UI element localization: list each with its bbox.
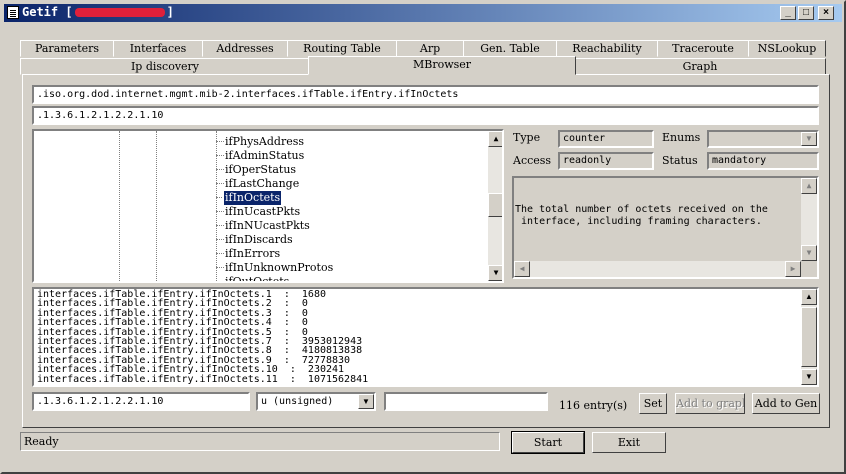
tab-ip-discovery[interactable]: Ip discovery [20,58,310,75]
tree-node[interactable]: ifAdminStatus [224,149,305,163]
result-row[interactable]: interfaces.ifTable.ifEntry.ifInOctets.11… [37,374,368,385]
tree-node[interactable]: ifOperStatus [224,163,297,177]
tab-parameters[interactable]: Parameters [20,40,114,57]
desc-vscrollbar[interactable]: ▲ ▼ [801,178,817,261]
tree-guide [216,131,217,281]
type-field: counter [558,130,654,148]
desc-hscrollbar[interactable]: ◀ ▶ [514,261,801,277]
scroll-up-icon[interactable]: ▲ [488,131,502,147]
status-field: mandatory [707,152,819,170]
tab-interfaces[interactable]: Interfaces [113,40,203,57]
tree-connector [216,155,224,156]
tree-connector [216,197,224,198]
redacted-host [74,8,165,17]
tree-node[interactable]: ifInOctets [222,190,283,206]
tree-connector [216,239,224,240]
tab-addresses[interactable]: Addresses [202,40,288,57]
set-value-input[interactable] [384,392,548,411]
tree-node[interactable]: ifInNUcastPkts [224,219,311,233]
enums-label: Enums [662,131,701,144]
oid-path-field[interactable]: .iso.org.dod.internet.mgmt.mib-2.interfa… [32,85,819,104]
tree-node[interactable]: ifInErrors [224,247,281,261]
minimize-icon[interactable]: _ [780,6,796,20]
close-icon[interactable]: × [818,6,834,20]
tree-node[interactable]: ifInUnknownProtos [224,261,334,275]
description-box: The total number of octets received on t… [512,176,819,279]
tab-reachability[interactable]: Reachability [556,40,658,57]
scroll-up-icon[interactable]: ▲ [801,289,817,305]
tree-node[interactable]: ifLastChange [224,177,300,191]
tree-scrollbar[interactable]: ▲ ▼ [488,131,502,281]
oid-numeric-field[interactable]: .1.3.6.1.2.1.2.2.1.10 [32,106,819,125]
scroll-down-icon[interactable]: ▼ [801,369,817,385]
maximize-icon[interactable]: □ [798,6,814,20]
tab-routing-table[interactable]: Routing Table [287,40,397,57]
add-to-gen-button[interactable]: Add to Gen [752,393,820,414]
results-scrollbar[interactable]: ▲ ▼ [801,289,817,385]
type-label: Type [513,131,541,144]
tab-nslookup[interactable]: NSLookup [748,40,826,57]
tree-connector [216,225,224,226]
status-bar: Ready [20,432,500,451]
tree-guide [119,131,120,281]
value-type-text: u (unsigned) [261,396,334,407]
tree-connector [216,183,224,184]
start-button[interactable]: Start [511,431,585,454]
tab-mbrowser[interactable]: MBrowser [308,56,576,75]
app-icon[interactable] [7,6,19,19]
tree-node[interactable]: ifOutOctets [224,275,290,281]
scroll-right-icon[interactable]: ▶ [785,261,801,277]
chevron-down-icon[interactable]: ▼ [358,394,374,409]
tree-node[interactable]: ifInDiscards [224,233,294,247]
scroll-down-icon[interactable]: ▼ [801,245,817,261]
exit-button[interactable]: Exit [592,432,666,453]
getif-window: Getif [] _ □ × Parameters Interfaces Add… [0,0,846,474]
tree-node[interactable]: ifPhysAddress [224,135,305,149]
window-title: Getif [] [22,5,174,19]
scroll-left-icon[interactable]: ◀ [514,261,530,277]
chevron-down-icon[interactable]: ▼ [801,132,817,146]
tree-connector [216,253,224,254]
tree-guide [156,131,157,281]
set-oid-input[interactable]: .1.3.6.1.2.1.2.2.1.10 [32,392,250,411]
tab-graph[interactable]: Graph [574,58,826,75]
status-label: Status [662,154,698,167]
tab-arp[interactable]: Arp [396,40,464,57]
entry-count: 116 entry(s) [559,399,628,412]
description-text: The total number of octets received on t… [515,204,768,227]
scroll-down-icon[interactable]: ▼ [488,265,502,281]
mib-tree[interactable]: ifPhysAddress ifAdminStatus ifOperStatus if… [32,129,504,283]
scroll-thumb[interactable] [801,307,817,367]
results-list[interactable]: interfaces.ifTable.ifEntry.ifInOctets.1 … [32,287,819,387]
access-label: Access [513,154,552,167]
tree-connector [216,141,224,142]
tree-connector [216,211,224,212]
scroll-thumb[interactable] [488,193,502,217]
scroll-up-icon[interactable]: ▲ [801,178,817,194]
tree-connector [216,267,224,268]
title-bar[interactable]: Getif [] _ □ × [4,4,842,22]
set-button[interactable]: Set [639,393,667,414]
tab-gen-table[interactable]: Gen. Table [463,40,557,57]
access-field: readonly [558,152,654,170]
tree-connector [216,281,224,282]
add-to-graph-button[interactable]: Add to graph [675,393,745,414]
tree-connector [216,169,224,170]
tree-node[interactable]: ifInUcastPkts [224,205,301,219]
tab-traceroute[interactable]: Traceroute [657,40,749,57]
